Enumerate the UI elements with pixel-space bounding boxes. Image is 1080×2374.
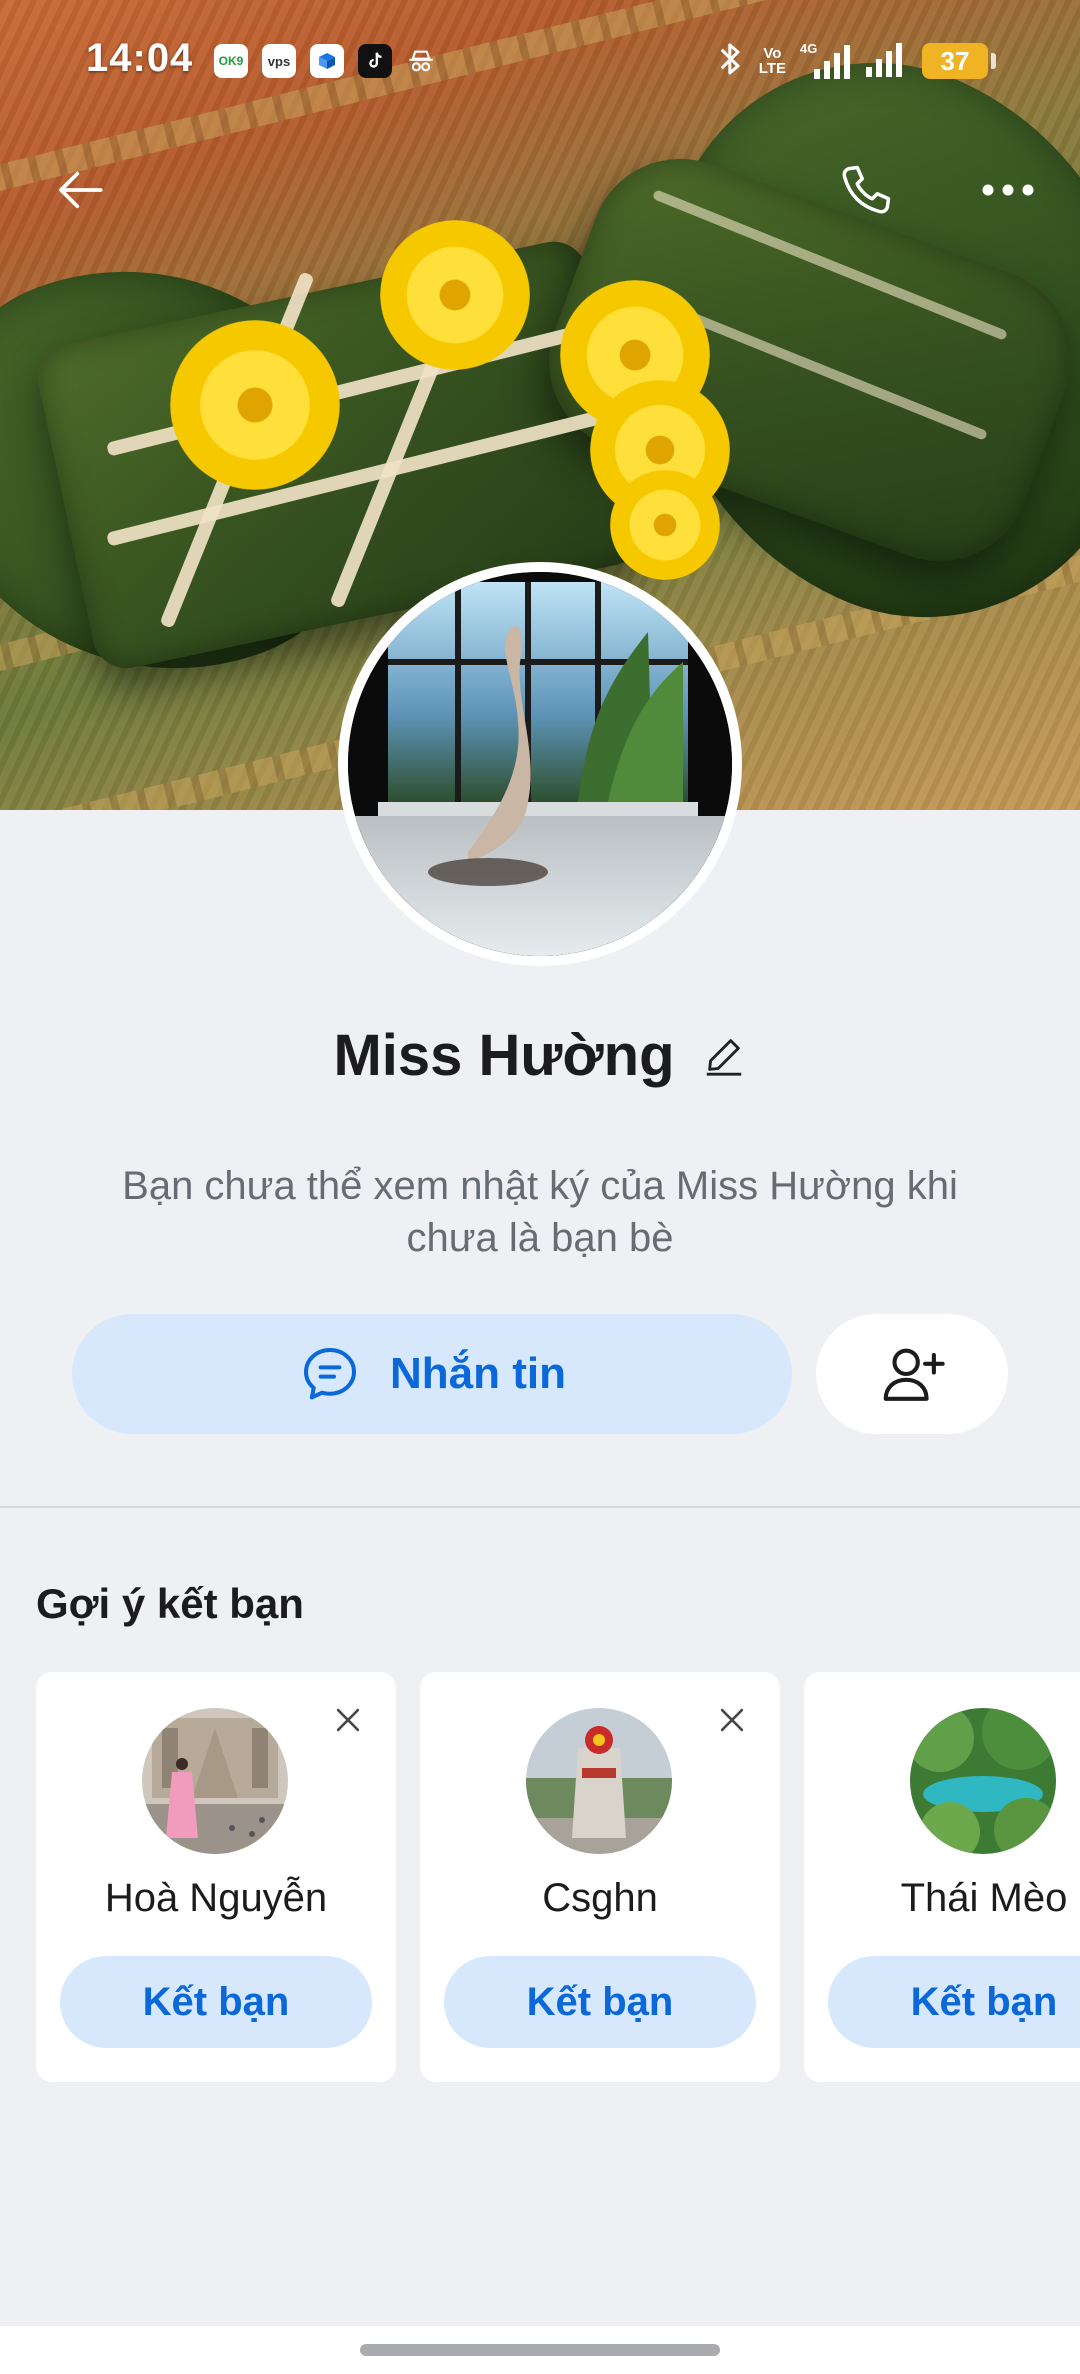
suggestion-avatar[interactable]: [526, 1708, 672, 1854]
volte-icon: Vo LTE: [759, 46, 786, 76]
home-indicator[interactable]: [360, 2344, 720, 2356]
add-user-icon: [883, 1348, 945, 1401]
phone-icon: [842, 165, 891, 214]
close-icon: [336, 1708, 360, 1732]
add-friend-suggestion-button[interactable]: Kết bạn: [444, 1956, 756, 2048]
chat-bubble-icon: [304, 1348, 356, 1400]
suggestions-title: Gợi ý kết bạn: [36, 1580, 304, 1627]
battery-icon: 37: [922, 43, 996, 79]
signal-icon: [864, 39, 908, 84]
box-app-icon: [310, 44, 344, 78]
status-time: 14:04: [86, 36, 194, 80]
add-friend-button[interactable]: [816, 1314, 1008, 1434]
suggestion-avatar[interactable]: [142, 1708, 288, 1854]
close-icon: [720, 1708, 744, 1732]
battery-level: 37: [940, 45, 970, 76]
dismiss-suggestion-button[interactable]: [710, 1698, 754, 1742]
suggestion-avatar[interactable]: [910, 1708, 1056, 1854]
incognito-icon: [404, 44, 438, 78]
system-icons: Vo LTE 4G 37: [717, 36, 996, 86]
dismiss-suggestion-button[interactable]: [326, 1698, 370, 1742]
privacy-note: Bạn chưa thể xem nhật ký của Miss Hường …: [122, 1164, 958, 1260]
cover-decoration: [610, 470, 720, 580]
avatar-photo: [348, 572, 732, 956]
suggestion-name: Hoà Nguyễn: [104, 1876, 328, 1920]
ok9-app-label: OK9: [218, 54, 244, 68]
suggestion-card[interactable]: Csghn Kết bạn: [420, 1672, 780, 2082]
more-dots-icon: [982, 184, 1034, 196]
suggestion-card[interactable]: Thái Mèo Kết bạn: [804, 1672, 1080, 2082]
status-bar: 14:04 OK9 vps Vo LTE 4G 37: [0, 0, 1080, 120]
cover-decoration: [380, 220, 530, 370]
ok9-app-icon: OK9: [214, 44, 248, 78]
more-options-button[interactable]: [968, 150, 1048, 230]
profile-name-row: Miss Hường: [0, 1010, 1080, 1100]
section-divider: [0, 1506, 1080, 1508]
edit-name-button[interactable]: [701, 1032, 747, 1078]
cover-decoration: [170, 320, 340, 490]
suggestions-carousel[interactable]: Hoà Nguyễn Kết bạn Csghn Kết bạn Thái Mè…: [36, 1672, 1080, 2082]
bluetooth-icon: [717, 39, 745, 84]
suggestion-name: Csghn: [542, 1876, 658, 1920]
call-button[interactable]: [826, 150, 906, 230]
profile-name: Miss Hường: [333, 1022, 675, 1088]
message-button[interactable]: Nhắn tin: [72, 1314, 792, 1434]
profile-avatar[interactable]: [338, 562, 742, 966]
volte-label-bottom: LTE: [758, 60, 786, 77]
vps-app-label: vps: [267, 53, 291, 69]
message-button-label: Nhắn tin: [390, 1349, 566, 1398]
back-button[interactable]: [42, 150, 122, 230]
add-friend-suggestion-button[interactable]: Kết bạn: [828, 1956, 1080, 2048]
pencil-icon: [706, 1039, 741, 1076]
suggestion-card[interactable]: Hoà Nguyễn Kết bạn: [36, 1672, 396, 2082]
suggestion-name: Thái Mèo: [900, 1876, 1068, 1920]
tiktok-icon: [358, 44, 392, 78]
back-arrow-icon: [59, 171, 103, 209]
add-friend-suggestion-button[interactable]: Kết bạn: [60, 1956, 372, 2048]
vps-app-icon: vps: [262, 44, 296, 78]
signal-4g-icon: 4G: [800, 41, 850, 81]
